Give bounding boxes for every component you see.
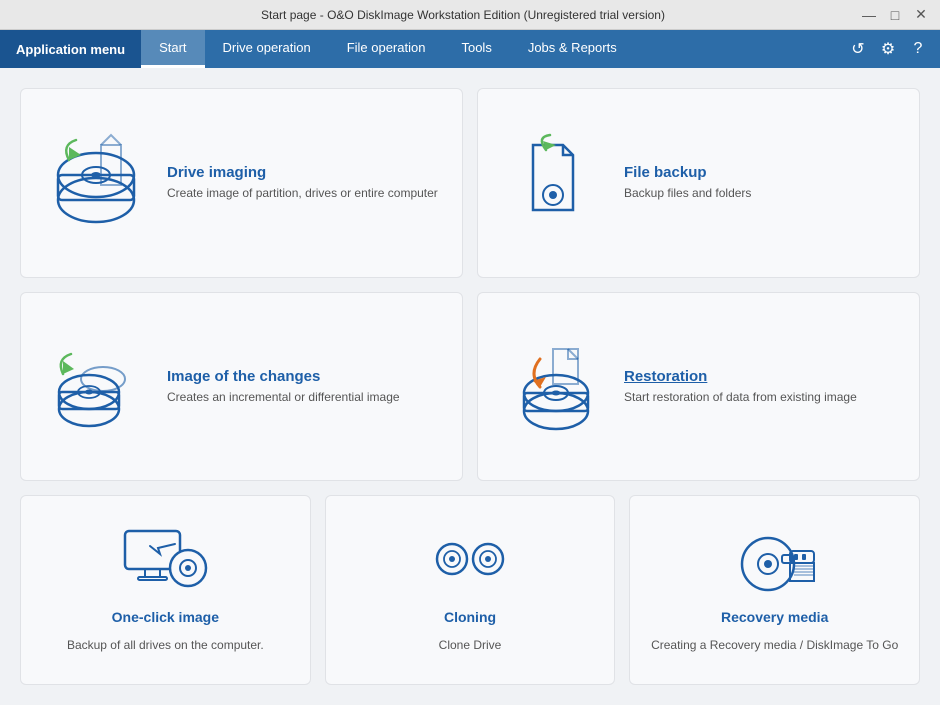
card-cloning[interactable]: Cloning Clone Drive xyxy=(325,495,616,685)
drive-imaging-icon xyxy=(41,125,151,240)
one-click-image-desc: Backup of all drives on the computer. xyxy=(67,637,264,654)
recovery-media-desc: Creating a Recovery media / DiskImage To… xyxy=(651,637,898,654)
tab-start[interactable]: Start xyxy=(141,30,204,68)
card-drive-imaging[interactable]: Drive imaging Create image of partition,… xyxy=(20,88,463,278)
menu-right-icons: ↺ ⚙ ? xyxy=(844,30,940,68)
tab-tools[interactable]: Tools xyxy=(443,30,509,68)
drive-imaging-title: Drive imaging xyxy=(167,164,442,181)
row-2: Image of the changes Creates an incremen… xyxy=(20,292,920,482)
one-click-image-icon xyxy=(120,526,210,601)
help-icon[interactable]: ? xyxy=(904,35,932,63)
drive-imaging-desc: Create image of partition, drives or ent… xyxy=(167,185,442,202)
title-bar: Start page - O&O DiskImage Workstation E… xyxy=(0,0,940,30)
card-image-changes[interactable]: Image of the changes Creates an incremen… xyxy=(20,292,463,482)
row-3: One-click image Backup of all drives on … xyxy=(20,495,920,685)
image-changes-icon xyxy=(41,329,151,444)
tab-jobs-reports[interactable]: Jobs & Reports xyxy=(510,30,635,68)
close-button[interactable]: ✕ xyxy=(910,4,932,26)
restoration-title: Restoration xyxy=(624,368,899,385)
card-one-click-image[interactable]: One-click image Backup of all drives on … xyxy=(20,495,311,685)
minimize-button[interactable]: — xyxy=(858,4,880,26)
drive-imaging-text: Drive imaging Create image of partition,… xyxy=(167,164,442,202)
restoration-desc: Start restoration of data from existing … xyxy=(624,389,899,406)
cloning-desc: Clone Drive xyxy=(439,637,502,654)
card-restoration[interactable]: Restoration Start restoration of data fr… xyxy=(477,292,920,482)
main-content: Drive imaging Create image of partition,… xyxy=(0,68,940,705)
window-controls: — □ ✕ xyxy=(858,4,932,26)
one-click-image-title: One-click image xyxy=(112,609,219,625)
recovery-media-icon xyxy=(730,526,820,601)
application-menu-button[interactable]: Application menu xyxy=(0,30,141,68)
cloning-title: Cloning xyxy=(444,609,496,625)
maximize-button[interactable]: □ xyxy=(884,4,906,26)
restoration-icon xyxy=(498,329,608,444)
image-changes-title: Image of the changes xyxy=(167,368,442,385)
settings-icon[interactable]: ⚙ xyxy=(874,35,902,63)
tab-drive-operation[interactable]: Drive operation xyxy=(205,30,329,68)
row-1: Drive imaging Create image of partition,… xyxy=(20,88,920,278)
restoration-text: Restoration Start restoration of data fr… xyxy=(624,368,899,406)
image-changes-text: Image of the changes Creates an incremen… xyxy=(167,368,442,406)
image-changes-desc: Creates an incremental or differential i… xyxy=(167,389,442,406)
file-backup-icon xyxy=(498,125,608,240)
recovery-media-title: Recovery media xyxy=(721,609,828,625)
menu-bar: Application menu Start Drive operation F… xyxy=(0,30,940,68)
card-file-backup[interactable]: File backup Backup files and folders xyxy=(477,88,920,278)
refresh-icon[interactable]: ↺ xyxy=(844,35,872,63)
file-backup-text: File backup Backup files and folders xyxy=(624,164,899,202)
tab-file-operation[interactable]: File operation xyxy=(329,30,444,68)
card-recovery-media[interactable]: Recovery media Creating a Recovery media… xyxy=(629,495,920,685)
window-title: Start page - O&O DiskImage Workstation E… xyxy=(68,8,858,22)
file-backup-title: File backup xyxy=(624,164,899,181)
file-backup-desc: Backup files and folders xyxy=(624,185,899,202)
cloning-icon xyxy=(425,526,515,601)
